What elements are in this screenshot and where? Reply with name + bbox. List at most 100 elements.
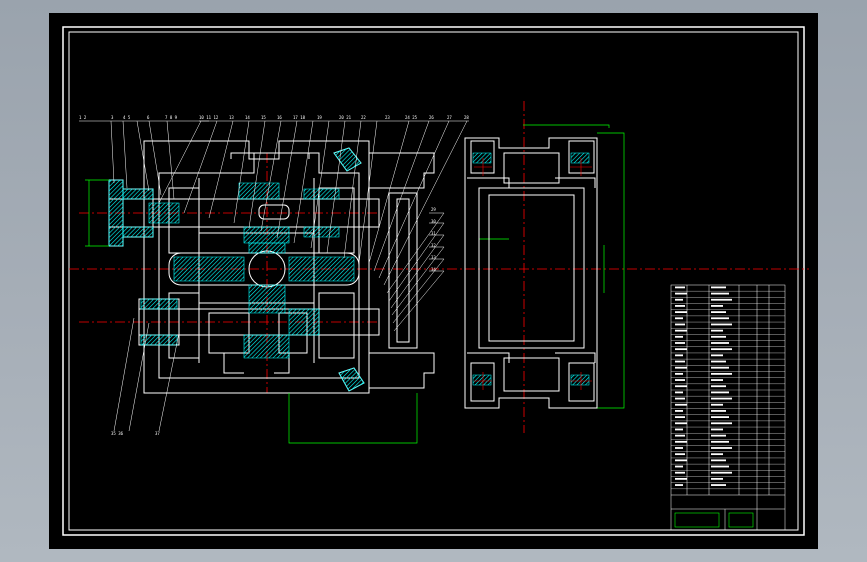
side-view	[464, 137, 598, 409]
bom-row-mark	[711, 416, 729, 419]
bom-row-mark	[711, 447, 732, 449]
bom-row-mark	[675, 447, 683, 449]
bom-row-mark	[675, 305, 685, 307]
bom-row-mark	[675, 311, 687, 314]
svg-text:7 8 9: 7 8 9	[165, 115, 178, 120]
svg-text:26: 26	[429, 115, 434, 120]
bom-row-mark	[711, 292, 729, 295]
svg-text:14: 14	[245, 115, 250, 120]
bom-row-mark	[711, 366, 729, 369]
bom-row-mark	[675, 391, 683, 394]
svg-text:29: 29	[431, 207, 436, 212]
svg-text:3: 3	[111, 115, 114, 120]
bom-row-mark	[711, 484, 726, 486]
svg-text:1 2: 1 2	[79, 115, 87, 120]
bom-row-mark	[711, 323, 732, 326]
svg-text:28: 28	[464, 115, 469, 120]
svg-text:32: 32	[431, 243, 436, 248]
svg-text:24 25: 24 25	[405, 115, 418, 120]
svg-text:33: 33	[431, 255, 436, 260]
bom-row-mark	[675, 385, 687, 388]
bom-row-mark	[711, 403, 723, 406]
bom-row-mark	[675, 379, 685, 381]
bom-row-mark	[711, 459, 726, 462]
bom-row-mark	[675, 397, 685, 400]
svg-text:30: 30	[431, 219, 436, 224]
bom-row-mark	[675, 372, 683, 375]
title-block-green	[674, 512, 754, 528]
bom-row-mark	[675, 416, 685, 419]
svg-text:31: 31	[431, 231, 436, 236]
bom-row-mark	[711, 385, 726, 388]
svg-text:20 21: 20 21	[339, 115, 352, 120]
bom-row-mark	[675, 403, 687, 406]
bom-row-mark	[711, 477, 723, 480]
bom-row-mark	[711, 422, 732, 425]
bom-row-mark	[711, 305, 723, 307]
svg-text:4 5: 4 5	[123, 115, 131, 120]
bom-row-mark	[711, 440, 729, 443]
bom-row-mark	[711, 329, 723, 332]
svg-text:16: 16	[277, 115, 282, 120]
section-hatching	[108, 147, 365, 392]
bom-row-mark	[711, 335, 726, 338]
cad-drawing: 1 234 5 67 8 9 10 11 12 13 14 15 16 17 18 19 …	[62, 26, 809, 536]
bom-row-mark	[711, 410, 726, 412]
bom-row-mark	[675, 465, 683, 468]
bom-row-mark	[711, 311, 726, 314]
bom-row-mark	[675, 459, 687, 462]
bom-row-mark	[675, 477, 687, 480]
bom-row-mark	[711, 342, 729, 344]
bom-row-mark	[675, 453, 685, 456]
bom-row-mark	[711, 465, 729, 468]
svg-text:6: 6	[147, 115, 150, 120]
bom-row-mark	[711, 317, 729, 320]
svg-text:10 11 12: 10 11 12	[199, 115, 219, 120]
bom-row-mark	[675, 335, 683, 338]
bom-row-mark	[711, 354, 723, 357]
svg-text:15: 15	[261, 115, 266, 120]
leader-lines	[79, 120, 469, 432]
bom-row-mark	[675, 348, 687, 351]
drawing-sheet: 1 234 5 67 8 9 10 11 12 13 14 15 16 17 18 19 …	[49, 13, 818, 549]
svg-text:35 36: 35 36	[111, 431, 124, 436]
bom-row-mark	[675, 317, 683, 320]
bom-row-mark	[675, 471, 685, 474]
bom-row-mark	[675, 360, 685, 363]
bom-row-mark	[711, 434, 726, 437]
bom-row-mark	[675, 428, 683, 431]
svg-text:22: 22	[361, 115, 366, 120]
bom-row-mark	[675, 292, 687, 295]
bom-row-mark	[675, 323, 685, 326]
svg-text:13: 13	[229, 115, 234, 120]
bom-row-mark	[711, 428, 723, 431]
bom-row-mark	[711, 471, 732, 474]
bom-row-mark	[675, 298, 683, 301]
svg-text:27: 27	[447, 115, 452, 120]
bom-row-mark	[711, 379, 723, 381]
bom-row-mark	[711, 397, 732, 400]
svg-text:37: 37	[155, 431, 160, 436]
bom-row-mark	[675, 410, 683, 412]
bom-row-mark	[711, 453, 723, 456]
bom-row-mark	[675, 354, 683, 357]
bom-rows	[671, 286, 785, 489]
bom-row-mark	[711, 372, 732, 375]
svg-text:23: 23	[385, 115, 390, 120]
bom-row-mark	[675, 329, 687, 332]
bom-row-mark	[675, 286, 685, 289]
svg-text:17 18: 17 18	[293, 115, 306, 120]
bom-row-mark	[711, 298, 732, 301]
bom-row-mark	[711, 348, 732, 351]
title-block	[670, 284, 786, 531]
bom-row-mark	[675, 434, 685, 437]
svg-text:19: 19	[317, 115, 322, 120]
bom-row-mark	[711, 360, 726, 363]
bom-row-mark	[711, 286, 726, 289]
svg-text:34: 34	[431, 267, 436, 272]
bom-row-mark	[675, 440, 687, 443]
bom-row-mark	[675, 366, 687, 369]
bom-row-mark	[675, 484, 683, 486]
bom-row-mark	[711, 391, 729, 394]
bom-row-mark	[675, 342, 685, 344]
